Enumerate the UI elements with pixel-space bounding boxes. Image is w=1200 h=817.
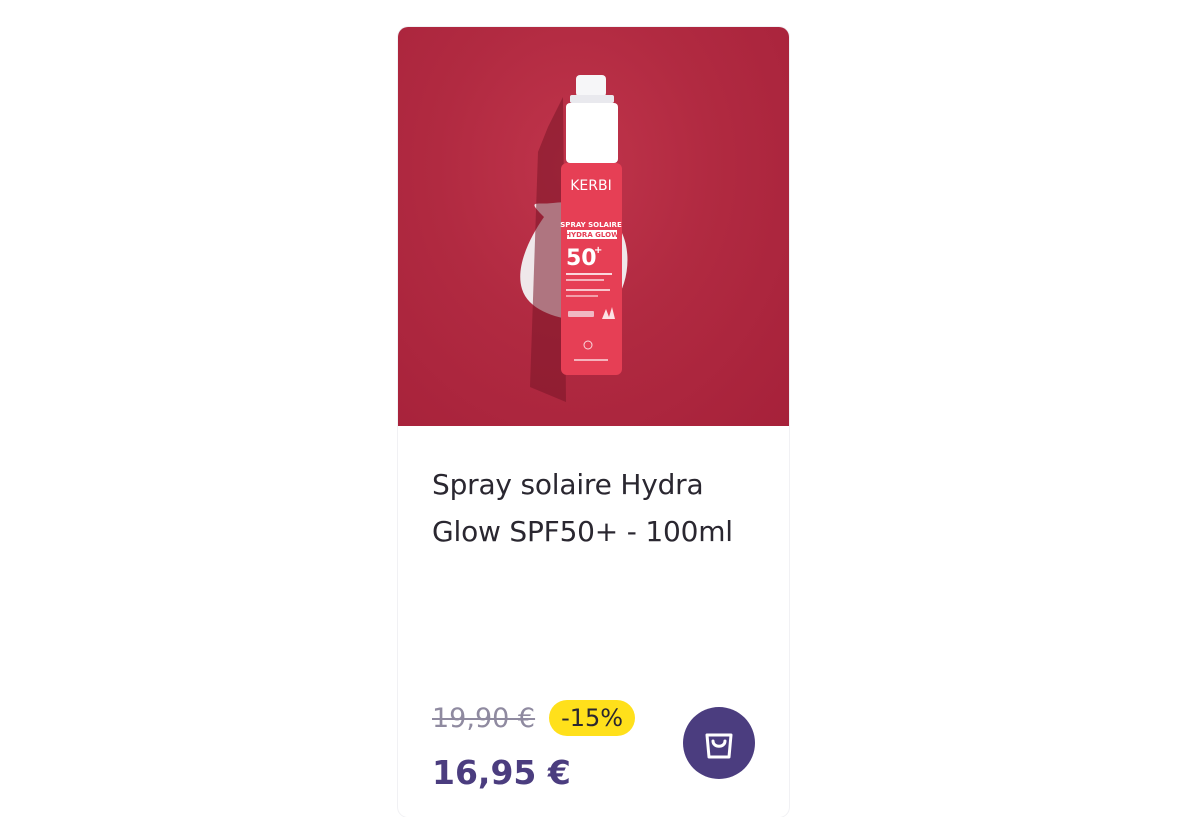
bottle-line2: HYDRA GLOW: [565, 231, 619, 239]
bottle-spf: 50: [566, 246, 597, 271]
price-row: 19,90 € -15%: [432, 699, 636, 737]
product-card[interactable]: KERBI SPRAY SOLAIRE HYDRA GLOW 50 + Spra…: [398, 27, 789, 817]
bottle-cap-top: [576, 75, 606, 97]
bottle-text-line: [566, 295, 598, 297]
original-price: 19,90 €: [432, 702, 536, 734]
shopping-bag-icon: [705, 733, 733, 759]
product-title[interactable]: Spray solaire Hydra Glow SPF50+ - 100ml: [432, 461, 752, 555]
bottle-spf-plus: +: [594, 245, 602, 256]
bottle-cap: [566, 103, 618, 163]
add-to-cart-button[interactable]: [683, 707, 755, 779]
discount-badge: -15%: [549, 700, 636, 736]
bottle-line1: SPRAY SOLAIRE: [560, 221, 622, 229]
bottle-text-line: [574, 359, 608, 361]
bottle-collar: [570, 95, 614, 103]
product-image[interactable]: KERBI SPRAY SOLAIRE HYDRA GLOW 50 +: [398, 27, 789, 426]
bottle-brand: KERBI: [570, 178, 612, 194]
current-price: 16,95 €: [432, 753, 571, 792]
bottle-text-line: [566, 273, 612, 275]
bottle-text-line: [566, 289, 610, 291]
bottle-text-line: [566, 279, 604, 281]
bottle-badge: [568, 311, 594, 317]
product-illustration: KERBI SPRAY SOLAIRE HYDRA GLOW 50 +: [520, 75, 628, 402]
bottle-shadow: [530, 97, 566, 402]
